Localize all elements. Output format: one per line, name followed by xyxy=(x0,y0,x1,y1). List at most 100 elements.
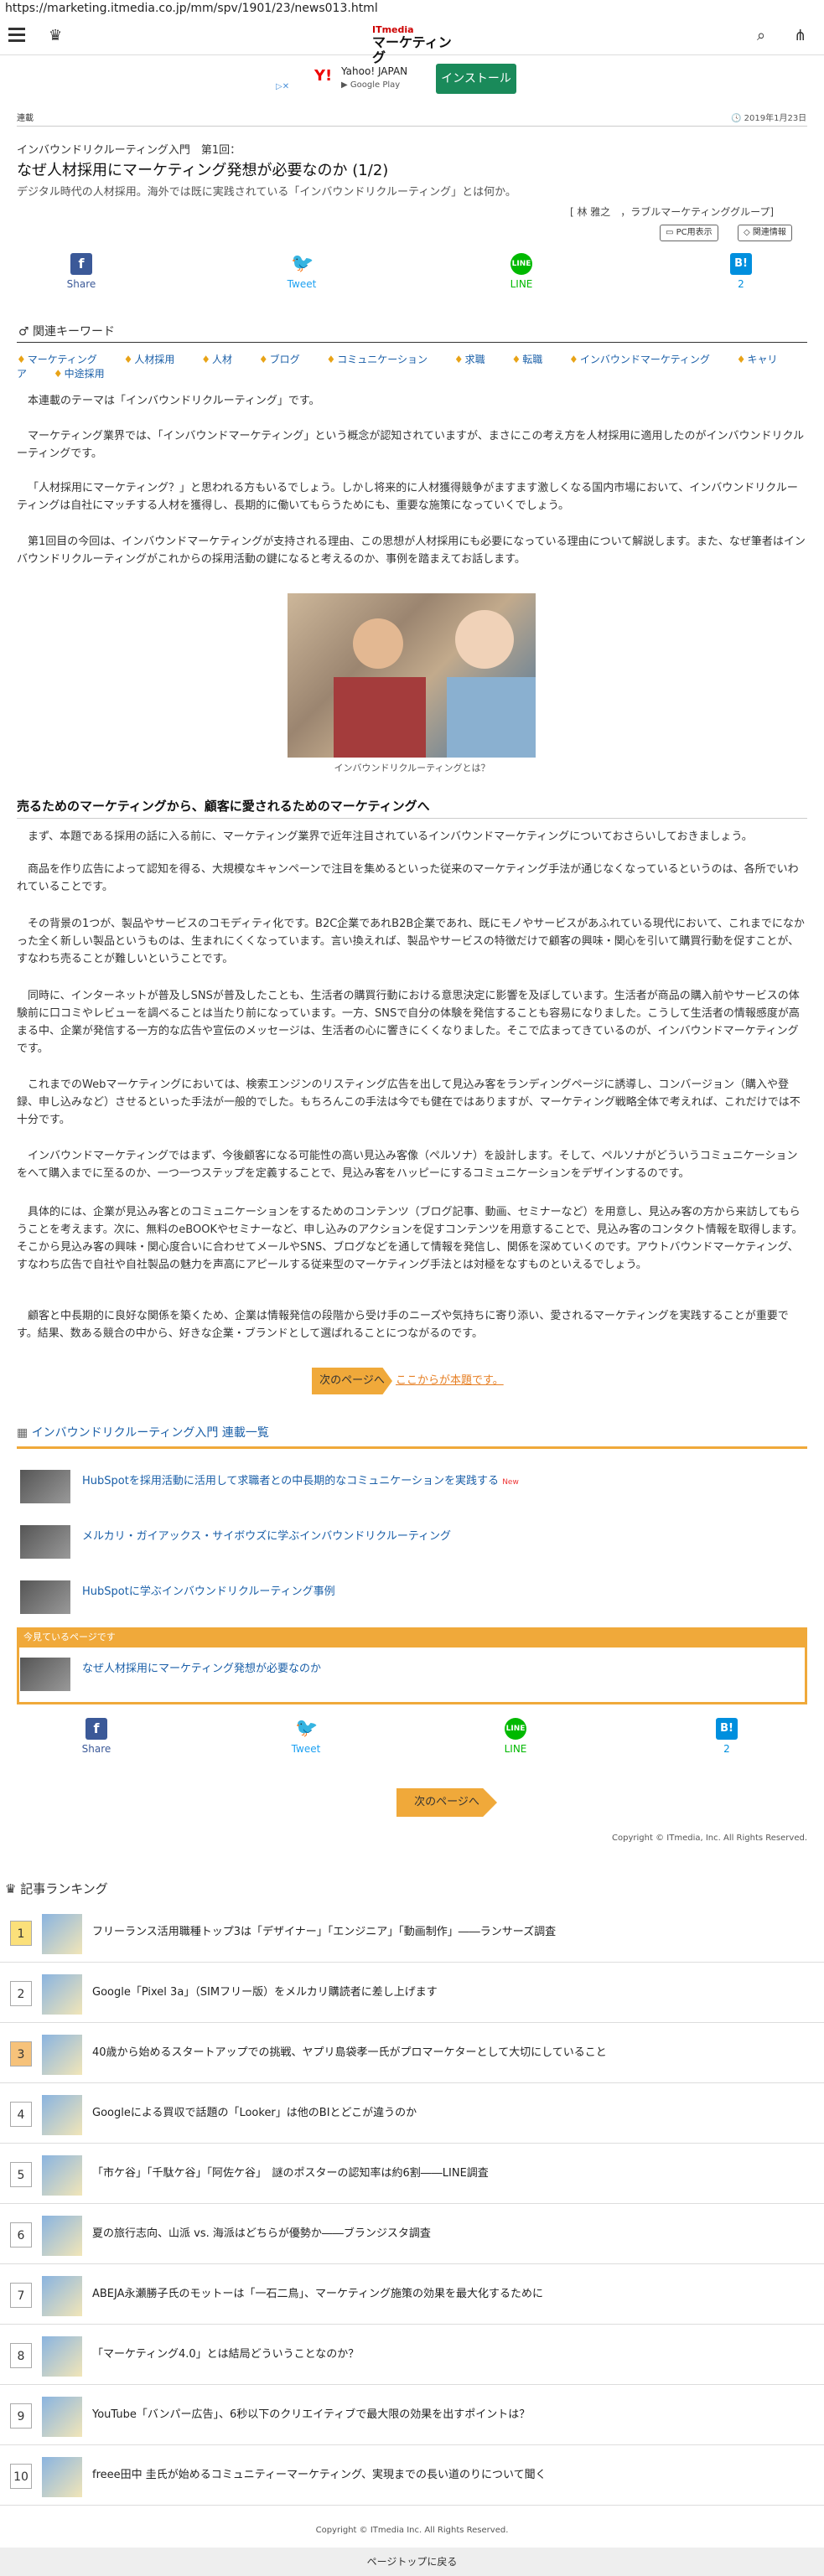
body-paragraph: 本連載のテーマは「インバウンドリクルーティング」です。 xyxy=(28,395,320,407)
publish-date: 🕓 2019年1月23日 xyxy=(731,114,807,123)
grid-icon: ▦ xyxy=(17,1426,29,1440)
keyword-text: 人材 xyxy=(212,354,233,365)
ranking-title-text[interactable]: 40歳から始めるスタートアップでの挑戦、ヤプリ島袋孝一氏がプロマーケターとして大… xyxy=(92,2043,607,2059)
ranking-thumbnail xyxy=(42,2457,82,2497)
series-item[interactable]: メルカリ・ガイアックス・サイボウズに学ぶインバウンドリクルーティング xyxy=(17,1520,807,1562)
related-info-label: 関連情報 xyxy=(752,228,786,237)
keywords-heading: ♂ 関連キーワード xyxy=(18,325,116,339)
facebook-icon: f xyxy=(86,1718,107,1740)
tag-icon: ♦ xyxy=(17,354,26,365)
twitter-share[interactable]: 🐦 Tweet xyxy=(264,253,339,290)
keyword-text: インバウンドマーケティング xyxy=(579,354,710,365)
author-byline[interactable]: [ 林 雅之 ，ラブルマーケティンググループ] xyxy=(570,204,774,219)
ranking-item[interactable]: 10 freee田中 圭氏が始めるコミュニティーマーケティング、実現までの長い道の… xyxy=(0,2445,824,2506)
body-paragraph: マーケティング業界では、「インバウンドマーケティング」という概念が認知されていま… xyxy=(17,430,805,460)
series-item-current[interactable]: なぜ人材採用にマーケティング発想が必要なのか xyxy=(17,1653,807,1694)
article-subtitle: デジタル時代の人材採用。海外では既に実践されている「インバウンドリクルーティング… xyxy=(17,186,516,199)
section-heading: 売るためのマーケティングから、顧客に愛されるためのマーケティングへ xyxy=(17,799,430,814)
article-title: なぜ人材採用にマーケティング発想が必要なのか (1/2) xyxy=(17,162,389,179)
ad-brand: Yahoo! JAPAN xyxy=(341,65,408,77)
ranking-title-text[interactable]: フリーランス活用職種トップ3は「デザイナー」「エンジニア」「動画制作」――ランサ… xyxy=(92,1922,556,1938)
keyword-link[interactable]: ♦ インバウンドマーケティング xyxy=(569,354,722,365)
hatena-icon: B! xyxy=(730,253,752,275)
ranking-item[interactable]: 7 ABEJA永瀬勝子氏のモットーは「一石二鳥」、マーケティング施策の効果を最大化… xyxy=(0,2264,824,2325)
url-bar: https://marketing.itmedia.co.jp/mm/spv/1… xyxy=(5,2,378,15)
tag-icon: ♦ xyxy=(453,354,464,365)
ad-choices-icon[interactable]: ▷✕ xyxy=(276,82,289,91)
copyright: Copyright © ITmedia, Inc. All Rights Res… xyxy=(612,1834,807,1843)
keyword-link[interactable]: ♦ マーケティング xyxy=(17,354,109,365)
rank-number: 2 xyxy=(10,1981,32,2006)
keyword-text: ブログ xyxy=(269,354,300,365)
ranking-thumbnail xyxy=(42,2095,82,2135)
page-top-button[interactable]: ページトップに戻る xyxy=(0,2548,824,2576)
ranking-title-text[interactable]: freee田中 圭氏が始めるコミュニティーマーケティング、実現までの長い道のりに… xyxy=(92,2465,547,2481)
ranking-title-text[interactable]: Googleによる買収で話題の「Looker」は他のBIとどこが違うのか xyxy=(92,2103,417,2119)
person-figure-icon xyxy=(353,618,403,669)
next-page-button[interactable]: 次のページへ xyxy=(312,1368,392,1394)
hatena-share[interactable]: B! 2 xyxy=(689,1718,764,1755)
ranking-item[interactable]: 3 40歳から始めるスタートアップでの挑戦、ヤプリ島袋孝一氏がプロマーケターとして… xyxy=(0,2023,824,2083)
shirt-shape xyxy=(447,677,536,758)
menu-icon[interactable] xyxy=(8,27,25,42)
related-info-button[interactable]: ◇ 関連情報 xyxy=(738,225,792,241)
ad-store: Google Play xyxy=(350,80,401,90)
series-item[interactable]: HubSpotに学ぶインバウンドリクルーティング事例 xyxy=(17,1575,807,1617)
series-item-title[interactable]: HubSpotに学ぶインバウンドリクルーティング事例 xyxy=(82,1582,335,1598)
twitter-share[interactable]: 🐦 Tweet xyxy=(268,1718,344,1755)
series-item-title[interactable]: HubSpotを採用活動に活用して求職者との中長期的なコミュニケーションを実践す… xyxy=(82,1472,519,1487)
line-share[interactable]: LINE LINE xyxy=(484,253,559,290)
line-label: LINE xyxy=(504,1743,527,1755)
keywords-title: 関連キーワード xyxy=(33,325,116,339)
next-page-link[interactable]: ここからが本題です。 xyxy=(396,1371,504,1387)
category-label: 連載 xyxy=(17,114,34,123)
pc-view-label: PC用表示 xyxy=(676,228,713,237)
ranking-item[interactable]: 1 フリーランス活用職種トップ3は「デザイナー」「エンジニア」「動画制作」――ラン… xyxy=(0,1902,824,1963)
body-paragraph: 「人材採用にマーケティング？」と思われる方もいるでしょう。しかし将来的に人材獲得… xyxy=(17,482,798,512)
search-icon[interactable]: ⌕ xyxy=(757,27,765,44)
ranking-title-text[interactable]: ABEJA永瀬勝子氏のモットーは「一石二鳥」、マーケティング施策の効果を最大化す… xyxy=(92,2284,543,2300)
facebook-share[interactable]: f Share xyxy=(59,1718,134,1755)
keyword-link[interactable]: ♦ 転職 xyxy=(511,354,554,365)
ranking-title-text[interactable]: YouTube「バンパー広告」、6秒以下のクリエイティブで最大限の効果を出すポイ… xyxy=(92,2405,530,2421)
pc-view-button[interactable]: ▭ PC用表示 xyxy=(660,225,718,241)
ranking-title-text[interactable]: 夏の旅行志向、山派 vs. 海派はどちらが優勢か――ブランジスタ調査 xyxy=(92,2224,431,2240)
crown-icon: ♛ xyxy=(5,1881,17,1896)
line-icon: LINE xyxy=(510,253,532,275)
crown-icon[interactable]: ♛ xyxy=(49,27,62,44)
google-play-label: ▶ Google Play xyxy=(341,80,401,90)
tag-icon: ♦ xyxy=(569,354,578,365)
ranking-item[interactable]: 6 夏の旅行志向、山派 vs. 海派はどちらが優勢か――ブランジスタ調査 xyxy=(0,2204,824,2264)
body-paragraph: インバウンドマーケティングではまず、今後顧客になる可能性の高い見込み客像（ペルソ… xyxy=(17,1150,798,1180)
tag-icon: ♦ xyxy=(736,354,746,365)
ranking-item[interactable]: 8 「マーケティング4.0」とは結局どういうことなのか？ xyxy=(0,2325,824,2385)
share-icon[interactable]: ⋔ xyxy=(794,27,806,44)
ranking-item[interactable]: 9 YouTube「バンパー広告」、6秒以下のクリエイティブで最大限の効果を出すポ… xyxy=(0,2385,824,2445)
ranking-item[interactable]: 4 Googleによる買収で話題の「Looker」は他のBIとどこが違うのか xyxy=(0,2083,824,2144)
keyword-link[interactable]: ♦ 求職 xyxy=(454,354,497,365)
series-item-title[interactable]: なぜ人材採用にマーケティング発想が必要なのか xyxy=(82,1659,321,1675)
facebook-share[interactable]: f Share xyxy=(44,253,119,290)
install-button[interactable]: インストール xyxy=(436,64,516,94)
rank-number: 4 xyxy=(10,2102,32,2127)
ranking-item[interactable]: 2 Google「Pixel 3a」（SIMフリー版）をメルカリ購読者に差し上げま… xyxy=(0,1963,824,2023)
ranking-title-text[interactable]: 「マーケティング4.0」とは結局どういうことなのか？ xyxy=(92,2345,359,2361)
ranking-title-text[interactable]: 「市ケ谷」「千駄ケ谷」「阿佐ケ谷」 謎のポスターの認知率は約6割――LINE調査 xyxy=(92,2164,489,2180)
series-item[interactable]: HubSpotを採用活動に活用して求職者との中長期的なコミュニケーションを実践す… xyxy=(17,1465,807,1507)
hatena-share[interactable]: B! 2 xyxy=(703,253,779,290)
body-paragraph: 同時に、インターネットが普及しSNSが普及したことも、生活者の購買行動における意… xyxy=(17,990,800,1055)
keyword-link[interactable]: ♦ 中途採用 xyxy=(54,368,117,380)
ranking-title-text[interactable]: Google「Pixel 3a」（SIMフリー版）をメルカリ購読者に差し上げます xyxy=(92,1983,438,1999)
series-item-title[interactable]: メルカリ・ガイアックス・サイボウズに学ぶインバウンドリクルーティング xyxy=(82,1527,451,1543)
keyword-link[interactable]: ♦ 人材採用 xyxy=(124,354,187,365)
ranking-thumbnail xyxy=(42,1974,82,2015)
ranking-item[interactable]: 5 「市ケ谷」「千駄ケ谷」「阿佐ケ谷」 謎のポスターの認知率は約6割――LINE調… xyxy=(0,2144,824,2204)
person-figure-icon xyxy=(455,610,514,669)
keyword-link[interactable]: ♦ コミュニケーション xyxy=(326,354,439,365)
line-share[interactable]: LINE LINE xyxy=(478,1718,553,1755)
keyword-link[interactable]: ♦ 人材 xyxy=(201,354,244,365)
hatena-count: 2 xyxy=(738,278,744,290)
next-page-button-bottom[interactable]: 次のページへ xyxy=(396,1788,497,1817)
site-logo[interactable]: ITmedia マーケティング xyxy=(372,25,453,65)
keyword-link[interactable]: ♦ ブログ xyxy=(259,354,312,365)
